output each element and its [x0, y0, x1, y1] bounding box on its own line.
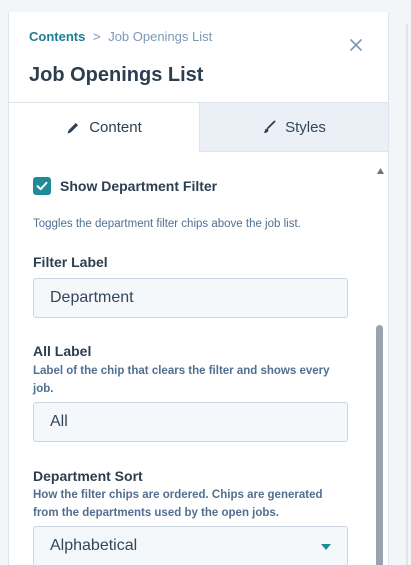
- show-department-filter-help: Toggles the department filter chips abov…: [33, 218, 301, 230]
- close-button[interactable]: [345, 34, 367, 56]
- breadcrumb-contents-link[interactable]: Contents: [29, 29, 85, 44]
- pencil-icon: [67, 122, 79, 133]
- show-department-filter-checkbox[interactable]: [33, 177, 51, 195]
- all-label-help: Label of the chip that clears the filter…: [33, 365, 330, 395]
- caret-down-icon: [321, 544, 331, 550]
- page-title: Job Openings List: [29, 64, 204, 86]
- tab-content[interactable]: Content: [9, 103, 199, 152]
- all-label-heading: All Label: [33, 343, 92, 359]
- brush-icon: [263, 120, 276, 133]
- filter-label-input[interactable]: Department: [33, 278, 348, 318]
- filter-label-heading: Filter Label: [33, 254, 108, 270]
- adjacent-panel-edge: [406, 24, 411, 565]
- department-sort-select[interactable]: Alphabetical: [33, 526, 348, 565]
- breadcrumb-separator: >: [92, 29, 101, 44]
- department-sort-help: How the filter chips are ordered. Chips …: [33, 489, 323, 519]
- department-sort-heading: Department Sort: [33, 468, 143, 484]
- tab-bar: Content Styles: [9, 103, 388, 152]
- breadcrumb: Contents > Job Openings List: [29, 29, 212, 44]
- all-label-value: All: [50, 413, 68, 430]
- checkmark-icon: [36, 181, 48, 191]
- content-form: Show Department Filter Toggles the depar…: [9, 152, 388, 565]
- department-sort-value: Alphabetical: [50, 537, 138, 554]
- tab-styles[interactable]: Styles: [199, 103, 388, 152]
- show-department-filter-row[interactable]: Show Department Filter: [33, 177, 217, 195]
- scrollbar-thumb[interactable]: [376, 325, 383, 565]
- editor-sidebar: Contents > Job Openings List Job Opening…: [8, 12, 389, 565]
- close-icon: [350, 39, 362, 51]
- breadcrumb-current: Job Openings List: [108, 29, 213, 44]
- all-label-input[interactable]: All: [33, 402, 348, 442]
- tab-content-label: Content: [89, 119, 142, 136]
- scroll-up-arrow-icon[interactable]: [377, 168, 384, 174]
- panel-header: Contents > Job Openings List Job Opening…: [9, 12, 388, 103]
- show-department-filter-label: Show Department Filter: [60, 178, 218, 194]
- scrollbar[interactable]: [375, 162, 385, 565]
- tab-styles-label: Styles: [285, 118, 326, 136]
- filter-label-value: Department: [50, 289, 134, 306]
